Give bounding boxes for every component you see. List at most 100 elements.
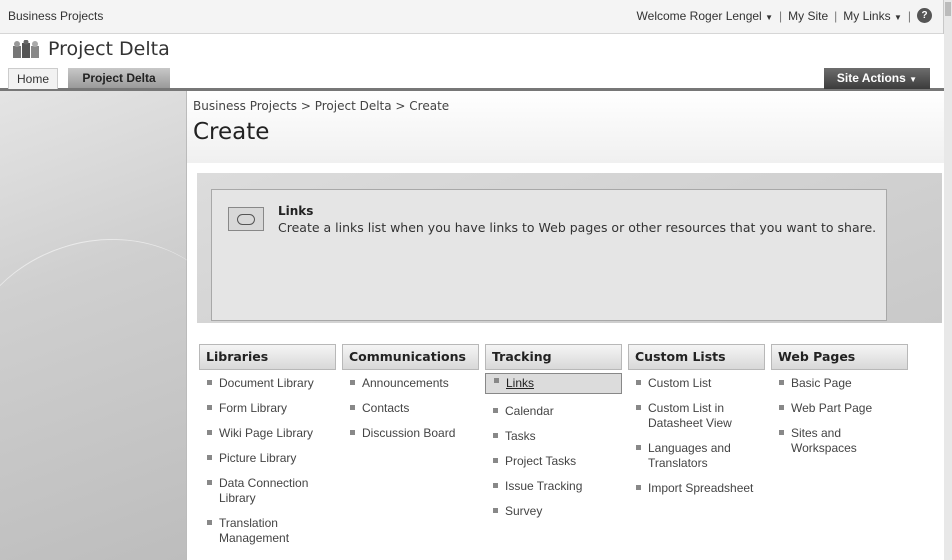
chevron-down-icon: ▼ xyxy=(909,75,918,84)
bullet-icon xyxy=(493,483,498,488)
list-item[interactable]: Picture Library xyxy=(199,451,336,466)
column-heading: Communications xyxy=(342,344,479,370)
site-logo-icon xyxy=(13,40,39,58)
item-label: Data Connection Library xyxy=(219,476,309,505)
list-item[interactable]: Basic Page xyxy=(771,376,908,391)
my-site-link[interactable]: My Site xyxy=(788,9,828,23)
scrollbar-thumb[interactable] xyxy=(945,2,951,16)
list-item[interactable]: Tasks xyxy=(485,429,622,444)
column-heading: Libraries xyxy=(199,344,336,370)
list-item[interactable]: Calendar xyxy=(485,404,622,419)
bullet-icon xyxy=(493,408,498,413)
list-item[interactable]: Announcements xyxy=(342,376,479,391)
bullet-icon xyxy=(350,380,355,385)
list-item[interactable]: Translation Management xyxy=(199,516,336,546)
tab-home[interactable]: Home xyxy=(8,68,59,89)
item-label: Import Spreadsheet xyxy=(648,481,754,495)
item-label: Survey xyxy=(505,504,543,518)
list-item[interactable]: Languages and Translators xyxy=(628,441,765,471)
item-label: Web Part Page xyxy=(791,401,873,415)
description-text: Create a links list when you have links … xyxy=(278,220,877,235)
list-item-selected[interactable]: Links xyxy=(485,373,622,394)
list-item[interactable]: Contacts xyxy=(342,401,479,416)
welcome-menu[interactable]: Welcome Roger Lengel ▼ xyxy=(637,9,773,23)
item-list: Links Calendar Tasks Project Tasks Issue… xyxy=(485,373,622,519)
column-tracking: Tracking Links Calendar Tasks Project Ta… xyxy=(485,344,622,529)
bullet-icon xyxy=(207,430,212,435)
site-actions-label: Site Actions xyxy=(836,71,906,85)
bullet-icon xyxy=(207,480,212,485)
bullet-icon xyxy=(779,405,784,410)
chevron-down-icon: ▼ xyxy=(893,12,902,22)
item-list: Announcements Contacts Discussion Board xyxy=(342,376,479,441)
column-communications: Communications Announcements Contacts Di… xyxy=(342,344,479,451)
site-title[interactable]: Project Delta xyxy=(48,38,170,60)
list-item[interactable]: Wiki Page Library xyxy=(199,426,336,441)
description-title: Links xyxy=(278,204,314,218)
column-heading: Custom Lists xyxy=(628,344,765,370)
bullet-icon xyxy=(636,405,641,410)
help-icon[interactable]: ? xyxy=(917,8,932,23)
column-heading: Tracking xyxy=(485,344,622,370)
item-label: Basic Page xyxy=(791,376,852,390)
top-bar-links: Welcome Roger Lengel ▼ | My Site | My Li… xyxy=(637,8,932,23)
main-content: Business Projects > Project Delta > Crea… xyxy=(187,91,944,560)
tab-project-delta[interactable]: Project Delta xyxy=(68,68,170,88)
welcome-label: Welcome Roger Lengel xyxy=(636,8,762,23)
bullet-icon xyxy=(207,405,212,410)
site-actions-menu[interactable]: Site Actions ▼ xyxy=(824,68,930,89)
list-item[interactable]: Data Connection Library xyxy=(199,476,336,506)
bullet-icon xyxy=(207,380,212,385)
bullet-icon xyxy=(350,405,355,410)
item-label: Picture Library xyxy=(219,451,297,465)
separator: | xyxy=(907,8,911,23)
item-label: Issue Tracking xyxy=(505,479,583,493)
item-label: Project Tasks xyxy=(505,454,577,468)
list-item[interactable]: Custom List xyxy=(628,376,765,391)
breadcrumb[interactable]: Business Projects > Project Delta > Crea… xyxy=(193,99,449,113)
list-item[interactable]: Issue Tracking xyxy=(485,479,622,494)
bullet-icon xyxy=(636,445,641,450)
list-item[interactable]: Custom List in Datasheet View xyxy=(628,401,765,431)
item-label: Tasks xyxy=(505,429,536,443)
item-list: Document Library Form Library Wiki Page … xyxy=(199,376,336,546)
bullet-icon xyxy=(636,380,641,385)
item-label: Contacts xyxy=(362,401,410,415)
bullet-icon xyxy=(493,508,498,513)
item-label: Form Library xyxy=(219,401,288,415)
item-list: Basic Page Web Part Page Sites and Works… xyxy=(771,376,908,456)
page-title: Create xyxy=(193,119,270,145)
bullet-icon xyxy=(494,378,499,383)
separator: | xyxy=(779,8,783,23)
list-item[interactable]: Discussion Board xyxy=(342,426,479,441)
item-label: Links xyxy=(506,376,535,390)
bullet-icon xyxy=(207,520,212,525)
top-nav-tabs: Home Project Delta Site Actions ▼ xyxy=(0,66,944,91)
link-ring-shape xyxy=(237,214,255,225)
item-label: Languages and Translators xyxy=(648,441,731,470)
site-breadcrumb-link[interactable]: Business Projects xyxy=(8,9,103,23)
bullet-icon xyxy=(493,458,498,463)
list-item[interactable]: Web Part Page xyxy=(771,401,908,416)
list-item[interactable]: Import Spreadsheet xyxy=(628,481,765,496)
item-label: Document Library xyxy=(219,376,314,390)
list-item[interactable]: Document Library xyxy=(199,376,336,391)
bullet-icon xyxy=(636,485,641,490)
page-header: Business Projects > Project Delta > Crea… xyxy=(187,91,944,163)
list-item[interactable]: Project Tasks xyxy=(485,454,622,469)
item-label: Custom List in Datasheet View xyxy=(648,401,732,430)
site-title-bar: Project Delta xyxy=(0,34,944,66)
column-web-pages: Web Pages Basic Page Web Part Page Sites… xyxy=(771,344,908,466)
list-item[interactable]: Form Library xyxy=(199,401,336,416)
item-label: Sites and Workspaces xyxy=(791,426,857,455)
list-item[interactable]: Survey xyxy=(485,504,622,519)
list-item[interactable]: Sites and Workspaces xyxy=(771,426,908,456)
column-custom-lists: Custom Lists Custom List Custom List in … xyxy=(628,344,765,506)
bullet-icon xyxy=(207,455,212,460)
my-links-menu[interactable]: My Links ▼ xyxy=(843,9,902,23)
item-label: Custom List xyxy=(648,376,712,390)
separator: | xyxy=(834,8,838,23)
item-label: Announcements xyxy=(362,376,449,390)
bullet-icon xyxy=(493,433,498,438)
vertical-scrollbar[interactable] xyxy=(943,0,952,560)
